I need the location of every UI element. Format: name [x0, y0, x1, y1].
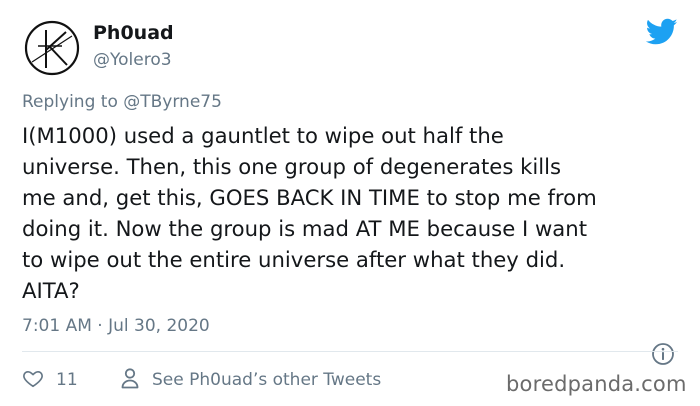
tweet-text-line: to wipe out the entire universe after wh… [22, 247, 566, 272]
like-count: 11 [56, 370, 78, 390]
author-display-name[interactable]: Ph0uad [93, 22, 174, 44]
k-monogram-avatar-icon [24, 20, 80, 76]
site-watermark: boredpanda.com [506, 372, 687, 396]
tweet-text: I(M1000) used a gauntlet to wipe out hal… [22, 120, 682, 306]
tweet-card: Ph0uad @Yolero3 Replying to @TByrne75 I(… [0, 0, 700, 406]
tweet-text-line: doing it. Now the group is mad AT ME bec… [22, 216, 588, 241]
author-avatar[interactable] [22, 18, 82, 78]
divider [22, 351, 678, 352]
tweet-text-line: AITA? [22, 278, 80, 303]
tweet-text-line: universe. Then, this one group of degene… [22, 154, 562, 179]
reply-mention-link[interactable]: @TByrne75 [123, 92, 222, 112]
reply-context: Replying to @TByrne75 [22, 92, 222, 112]
heart-icon [22, 367, 44, 393]
person-icon [120, 367, 140, 393]
reply-prefix: Replying to [22, 92, 124, 112]
see-other-tweets-label: See Ph0uad’s other Tweets [152, 370, 382, 390]
tweet-text-line: me and, get this, GOES BACK IN TIME to s… [22, 185, 597, 210]
tweet-timestamp[interactable]: 7:01 AM · Jul 30, 2020 [22, 316, 210, 336]
tweet-text-line: I(M1000) used a gauntlet to wipe out hal… [22, 123, 504, 148]
like-button[interactable]: 11 [22, 368, 78, 392]
author-handle[interactable]: @Yolero3 [93, 50, 172, 70]
see-other-tweets-link[interactable]: See Ph0uad’s other Tweets [120, 368, 381, 392]
twitter-bird-icon[interactable] [645, 18, 678, 46]
info-icon[interactable] [651, 342, 675, 366]
